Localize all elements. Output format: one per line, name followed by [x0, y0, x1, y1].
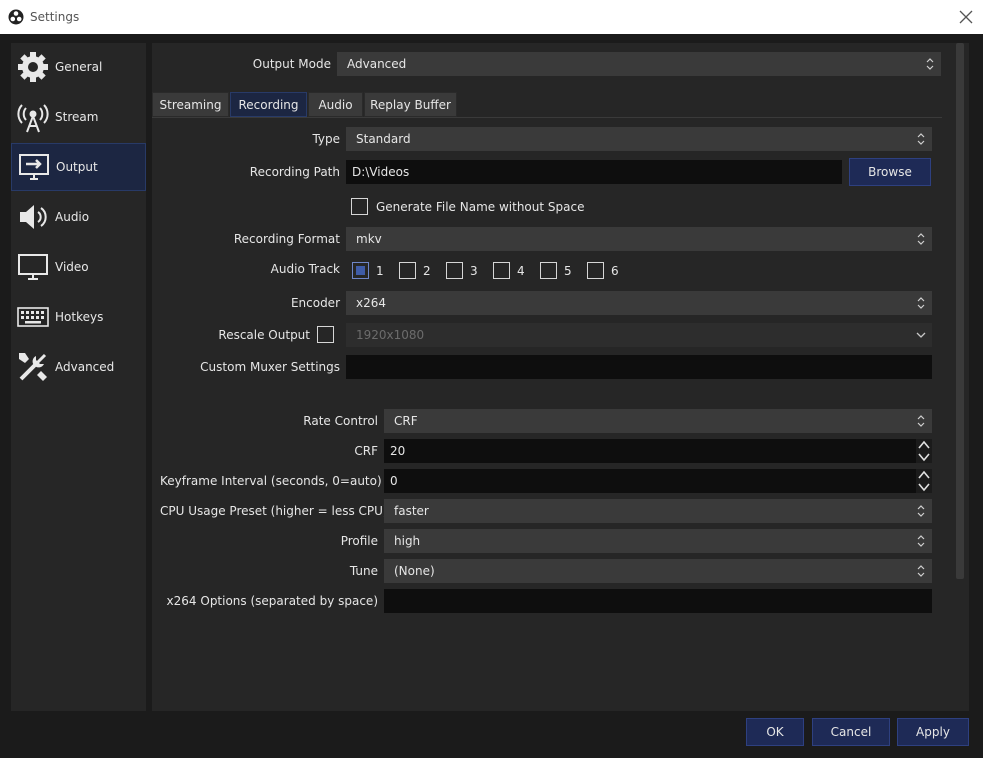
tab-recording[interactable]: Recording — [230, 92, 307, 117]
encoder-label: Encoder — [290, 296, 340, 310]
rate-control-select[interactable]: CRF — [384, 409, 932, 433]
sidebar-item-stream[interactable]: Stream — [11, 93, 146, 141]
keyframe-interval-label: Keyframe Interval (seconds, 0=auto) — [160, 474, 382, 488]
tab-replay-buffer[interactable]: Replay Buffer — [364, 92, 457, 117]
audio-track-2-checkbox[interactable] — [399, 262, 416, 279]
sidebar-item-general[interactable]: General — [11, 43, 146, 91]
tab-divider — [152, 117, 942, 118]
output-mode-label: Output Mode — [252, 57, 331, 71]
audio-track-3-checkbox[interactable] — [446, 262, 463, 279]
sidebar-item-label: Output — [56, 160, 98, 174]
type-select[interactable]: Standard — [346, 127, 932, 151]
chevron-down-icon — [916, 328, 926, 342]
audio-track-5-checkbox[interactable] — [540, 262, 557, 279]
tune-select[interactable]: (None) — [384, 559, 932, 583]
tab-streaming[interactable]: Streaming — [152, 92, 229, 117]
custom-muxer-label: Custom Muxer Settings — [200, 360, 340, 374]
sidebar-item-advanced[interactable]: Advanced — [11, 343, 146, 391]
sidebar-item-label: Video — [55, 260, 89, 274]
rate-control-label: Rate Control — [303, 414, 378, 428]
sidebar-item-video[interactable]: Video — [11, 243, 146, 291]
audio-track-5-label: 5 — [564, 264, 572, 278]
custom-muxer-input[interactable] — [346, 355, 932, 379]
x264-options-label: x264 Options (separated by space) — [166, 594, 378, 608]
audio-track-2-label: 2 — [423, 264, 431, 278]
spin-arrows-icon[interactable] — [916, 469, 932, 493]
updown-arrows-icon — [916, 132, 926, 146]
apply-button[interactable]: Apply — [897, 718, 969, 746]
sidebar-item-label: Advanced — [55, 360, 115, 374]
encoder-select[interactable]: x264 — [346, 291, 932, 315]
broadcast-tower-icon — [16, 100, 50, 134]
audio-track-6-label: 6 — [611, 264, 619, 278]
title-bar: Settings — [0, 0, 983, 34]
panel-scrollbar[interactable] — [956, 43, 964, 579]
recording-format-select[interactable]: mkv — [346, 227, 932, 251]
updown-arrows-icon — [925, 57, 935, 71]
recording-path-input[interactable]: D:\Videos — [346, 160, 842, 184]
recording-format-label: Recording Format — [233, 232, 340, 246]
updown-arrows-icon — [916, 564, 926, 578]
spin-arrows-icon[interactable] — [916, 439, 932, 463]
tools-icon — [16, 350, 50, 384]
close-icon[interactable] — [957, 8, 975, 26]
tab-audio[interactable]: Audio — [308, 92, 363, 117]
crf-spinbox[interactable]: 20 — [384, 439, 932, 463]
updown-arrows-icon — [916, 296, 926, 310]
updown-arrows-icon — [916, 232, 926, 246]
crf-label: CRF — [354, 444, 378, 458]
output-mode-select[interactable]: Advanced — [337, 52, 941, 76]
sidebar-item-label: General — [55, 60, 103, 74]
keyframe-interval-spinbox[interactable]: 0 — [384, 469, 932, 493]
speaker-icon — [16, 200, 50, 234]
sidebar-item-output[interactable]: Output — [11, 143, 146, 191]
sidebar-item-audio[interactable]: Audio — [11, 193, 146, 241]
profile-label: Profile — [340, 534, 378, 548]
updown-arrows-icon — [916, 414, 926, 428]
ok-button[interactable]: OK — [746, 718, 804, 746]
no-space-label: Generate File Name without Space — [376, 200, 585, 214]
browse-button[interactable]: Browse — [849, 158, 931, 186]
x264-options-input[interactable] — [384, 589, 932, 613]
audio-track-4-label: 4 — [517, 264, 525, 278]
updown-arrows-icon — [916, 534, 926, 548]
sidebar-item-label: Hotkeys — [55, 310, 104, 324]
obs-logo-icon — [8, 9, 24, 25]
cancel-button[interactable]: Cancel — [812, 718, 890, 746]
rescale-resolution-select[interactable]: 1920x1080 — [346, 323, 932, 347]
audio-track-3-label: 3 — [470, 264, 478, 278]
sidebar-item-hotkeys[interactable]: Hotkeys — [11, 293, 146, 341]
rescale-output-label: Rescale Output — [218, 328, 310, 342]
recording-path-label: Recording Path — [249, 165, 340, 179]
audio-track-1-checkbox[interactable] — [352, 262, 369, 279]
settings-sidebar: General Stream Output Audio Video Hotkey… — [11, 43, 146, 711]
no-space-checkbox[interactable] — [351, 198, 368, 215]
type-label: Type — [312, 132, 340, 146]
sidebar-item-label: Stream — [55, 110, 99, 124]
cpu-preset-label: CPU Usage Preset (higher = less CPU) — [160, 504, 388, 518]
window-title: Settings — [30, 10, 80, 24]
audio-track-label: Audio Track — [270, 262, 340, 276]
updown-arrows-icon — [916, 504, 926, 518]
cpu-preset-select[interactable]: faster — [384, 499, 932, 523]
monitor-icon — [16, 250, 50, 284]
gear-icon — [16, 50, 50, 84]
sidebar-item-label: Audio — [55, 210, 90, 224]
output-monitor-icon — [17, 150, 51, 184]
profile-select[interactable]: high — [384, 529, 932, 553]
audio-track-6-checkbox[interactable] — [587, 262, 604, 279]
audio-track-1-label: 1 — [376, 264, 384, 278]
keyboard-icon — [16, 300, 50, 334]
rescale-output-checkbox[interactable] — [317, 326, 334, 343]
tune-label: Tune — [349, 564, 378, 578]
audio-track-4-checkbox[interactable] — [493, 262, 510, 279]
